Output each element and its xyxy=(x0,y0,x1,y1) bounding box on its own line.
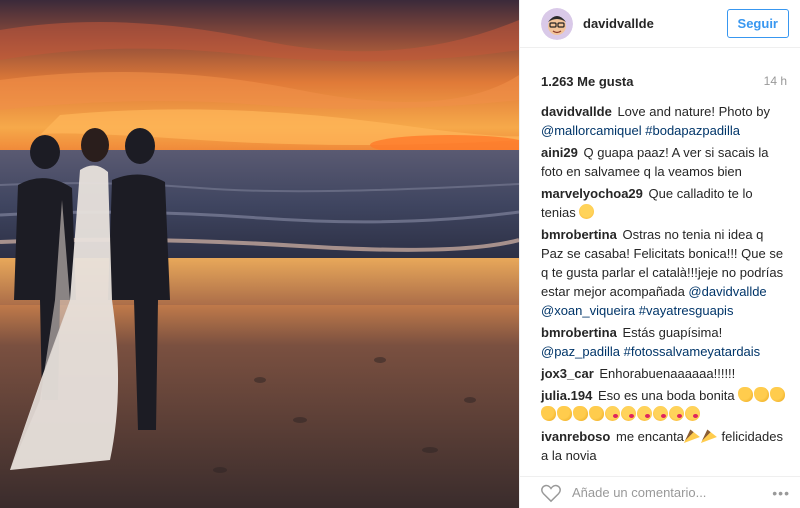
comment-text: Enhorabuenaaaaaa!!!!!! xyxy=(599,366,736,381)
smile-emoji-icon xyxy=(579,204,595,219)
clap-emoji-icon xyxy=(557,406,572,421)
beach-sunset-image xyxy=(0,0,519,508)
comment-username[interactable]: ivanreboso xyxy=(541,429,610,444)
kiss-emoji-icon xyxy=(653,406,668,421)
likes-count[interactable]: 1.263 Me gusta xyxy=(541,74,634,89)
comment-username[interactable]: marvelyochoa29 xyxy=(541,186,643,201)
comment-item: davidvallde Love and nature! Photo by @m… xyxy=(541,102,787,140)
comment-username[interactable]: bmrobertina xyxy=(541,325,617,340)
avatar-caricature-icon xyxy=(541,7,573,40)
comment-input[interactable] xyxy=(572,485,773,500)
clap-emoji-icon xyxy=(754,387,770,402)
comment-text: Estás guapísima! xyxy=(622,325,723,340)
post-meta: 1.263 Me gusta 14 h xyxy=(520,56,800,106)
comment-text: me encanta xyxy=(615,429,684,444)
comment-link[interactable]: #vayatresguapis xyxy=(639,303,734,318)
follow-button[interactable]: Seguir xyxy=(726,9,789,38)
comment-text: Eso es una boda bonita xyxy=(597,388,739,403)
comment-username[interactable]: bmrobertina xyxy=(541,227,617,242)
clap-emoji-icon xyxy=(738,387,754,402)
post-panel: davidvallde Seguir 1.263 Me gusta 14 h d… xyxy=(519,0,800,508)
comment-item: julia.194 Eso es una boda bonita xyxy=(541,386,787,424)
comment-username[interactable]: julia.194 xyxy=(541,388,592,403)
comment-username[interactable]: aini29 xyxy=(541,145,578,160)
clap-emoji-icon xyxy=(573,406,588,421)
post-time[interactable]: 14 h xyxy=(764,74,787,88)
heart-icon[interactable] xyxy=(540,483,562,503)
clap-emoji-icon xyxy=(541,406,556,421)
comment-item: marvelyochoa29 Que calladito te lo tenia… xyxy=(541,184,787,222)
comment-username[interactable]: davidvallde xyxy=(541,104,612,119)
party-emoji-icon xyxy=(700,429,717,443)
kiss-emoji-icon xyxy=(669,406,684,421)
comment-link[interactable]: #bodapazpadilla xyxy=(645,123,740,138)
kiss-emoji-icon xyxy=(637,406,652,421)
avatar[interactable] xyxy=(541,7,573,40)
clap-emoji-icon xyxy=(770,387,786,402)
kiss-emoji-icon xyxy=(685,406,700,421)
comment-item: jox3_car Enhorabuenaaaaaa!!!!!! xyxy=(541,364,787,383)
more-icon[interactable]: ••• xyxy=(772,485,790,501)
comment-item: bmrobertina Ostras no tenia ni idea q Pa… xyxy=(541,225,787,320)
comment-username[interactable]: jox3_car xyxy=(541,366,594,381)
clap-emoji-icon xyxy=(589,406,604,421)
comment-item: aini29 Q guapa paaz! A ver si sacais la … xyxy=(541,143,787,181)
comment-link[interactable]: @mallorcamiquel xyxy=(541,123,642,138)
comment-link[interactable]: @xoan_viqueira xyxy=(541,303,635,318)
comment-item: bmrobertina Estás guapísima! @paz_padill… xyxy=(541,323,787,361)
kiss-emoji-icon xyxy=(621,406,636,421)
comments-list: davidvallde Love and nature! Photo by @m… xyxy=(520,102,800,465)
post-photo[interactable] xyxy=(0,0,519,508)
comment-text: Love and nature! Photo by xyxy=(617,104,770,119)
comment-link[interactable]: #fotossalvameyatardais xyxy=(624,344,761,359)
kiss-emoji-icon xyxy=(605,406,620,421)
comment-item: ivanreboso me encanta felicidades a la n… xyxy=(541,427,787,465)
comment-bar: ••• xyxy=(520,476,800,508)
post-header: davidvallde Seguir xyxy=(520,0,800,48)
username[interactable]: davidvallde xyxy=(583,16,727,31)
comment-link[interactable]: @davidvallde xyxy=(688,284,766,299)
comment-link[interactable]: @paz_padilla xyxy=(541,344,620,359)
party-emoji-icon xyxy=(683,429,700,443)
